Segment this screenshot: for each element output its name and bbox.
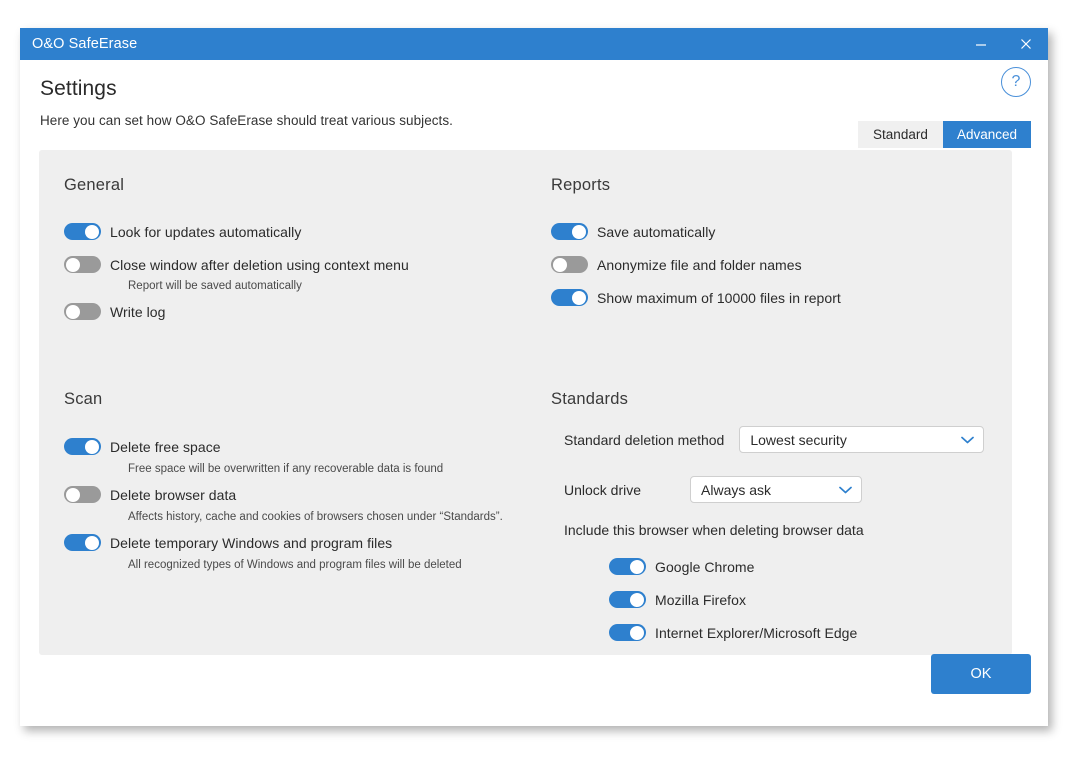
toggle-knob xyxy=(66,258,80,272)
ok-button[interactable]: OK xyxy=(931,654,1031,694)
setting-label: Look for updates automatically xyxy=(110,224,301,240)
toggle-internet-explorer-edge[interactable] xyxy=(609,624,646,641)
toggle-mozilla-firefox[interactable] xyxy=(609,591,646,608)
setting-browser-internet-explorer-edge[interactable]: Internet Explorer/Microsoft Edge xyxy=(609,624,857,641)
browser-include-note: Include this browser when deleting brows… xyxy=(564,522,864,538)
setting-save-automatically[interactable]: Save automatically xyxy=(551,223,715,240)
toggle-knob xyxy=(66,305,80,319)
page-header: Settings Here you can set how O&O SafeEr… xyxy=(20,60,1048,128)
toggle-look-for-updates[interactable] xyxy=(64,223,101,240)
tab-standard[interactable]: Standard xyxy=(858,121,943,148)
help-button[interactable]: ? xyxy=(1001,67,1031,97)
setting-look-for-updates[interactable]: Look for updates automatically xyxy=(64,223,301,240)
page-title: Settings xyxy=(40,60,1028,101)
toggle-show-maximum-files[interactable] xyxy=(551,289,588,306)
standards-section-title: Standards xyxy=(551,390,628,409)
setting-browser-google-chrome[interactable]: Google Chrome xyxy=(609,558,754,575)
toggle-google-chrome[interactable] xyxy=(609,558,646,575)
tab-standard-label: Standard xyxy=(873,127,928,142)
setting-anonymize-names[interactable]: Anonymize file and folder names xyxy=(551,256,802,273)
setting-hint-delete-temp-files: All recognized types of Windows and prog… xyxy=(128,559,462,571)
setting-label: Google Chrome xyxy=(655,559,754,575)
toggle-write-log[interactable] xyxy=(64,303,101,320)
unlock-drive-dropdown[interactable]: Always ask xyxy=(690,476,862,503)
settings-panel: General Look for updates automatically C… xyxy=(39,150,1012,655)
general-section-title: General xyxy=(64,176,124,195)
toggle-knob xyxy=(572,291,586,305)
setting-label: Show maximum of 10000 files in report xyxy=(597,290,841,306)
toggle-knob xyxy=(630,593,644,607)
toggle-knob xyxy=(66,488,80,502)
scan-section-title: Scan xyxy=(64,390,102,409)
settings-tabs: Standard Advanced xyxy=(858,121,1031,148)
app-window: O&O SafeErase Settings Here you can set … xyxy=(20,28,1048,726)
setting-delete-browser-data[interactable]: Delete browser data xyxy=(64,486,236,503)
toggle-anonymize-names[interactable] xyxy=(551,256,588,273)
setting-hint-delete-browser-data: Affects history, cache and cookies of br… xyxy=(128,511,503,523)
toggle-knob xyxy=(85,536,99,550)
setting-label: Close window after deletion using contex… xyxy=(110,257,409,273)
chevron-down-icon xyxy=(839,486,852,494)
unlock-drive-value: Always ask xyxy=(701,482,771,498)
setting-hint-delete-free-space: Free space will be overwritten if any re… xyxy=(128,463,443,475)
setting-label: Anonymize file and folder names xyxy=(597,257,802,273)
standard-deletion-method-value: Lowest security xyxy=(750,432,846,448)
toggle-knob xyxy=(85,440,99,454)
setting-label: Mozilla Firefox xyxy=(655,592,746,608)
setting-close-window-after-deletion[interactable]: Close window after deletion using contex… xyxy=(64,256,409,273)
question-mark-icon: ? xyxy=(1012,73,1021,91)
setting-label: Write log xyxy=(110,304,165,320)
toggle-save-automatically[interactable] xyxy=(551,223,588,240)
setting-delete-free-space[interactable]: Delete free space xyxy=(64,438,221,455)
toggle-delete-temp-files[interactable] xyxy=(64,534,101,551)
tab-advanced-label: Advanced xyxy=(957,127,1017,142)
chevron-down-icon xyxy=(961,436,974,444)
toggle-knob xyxy=(85,225,99,239)
setting-label: Delete free space xyxy=(110,439,221,455)
standard-deletion-method-label: Standard deletion method xyxy=(564,432,724,448)
title-bar: O&O SafeErase xyxy=(20,28,1048,60)
window-controls xyxy=(958,28,1048,60)
unlock-drive-label: Unlock drive xyxy=(564,482,641,498)
setting-write-log[interactable]: Write log xyxy=(64,303,165,320)
field-standard-deletion-method: Standard deletion method Lowest security xyxy=(564,426,984,453)
tab-advanced[interactable]: Advanced xyxy=(943,121,1031,148)
app-title: O&O SafeErase xyxy=(32,36,137,52)
reports-section-title: Reports xyxy=(551,176,610,195)
setting-hint-close-window: Report will be saved automatically xyxy=(128,280,302,292)
close-button[interactable] xyxy=(1003,28,1048,60)
minimize-button[interactable] xyxy=(958,28,1003,60)
setting-show-maximum-files[interactable]: Show maximum of 10000 files in report xyxy=(551,289,841,306)
toggle-knob xyxy=(630,560,644,574)
toggle-close-window-after-deletion[interactable] xyxy=(64,256,101,273)
toggle-knob xyxy=(553,258,567,272)
setting-delete-temp-files[interactable]: Delete temporary Windows and program fil… xyxy=(64,534,392,551)
standard-deletion-method-dropdown[interactable]: Lowest security xyxy=(739,426,984,453)
setting-label: Internet Explorer/Microsoft Edge xyxy=(655,625,857,641)
toggle-knob xyxy=(630,626,644,640)
toggle-knob xyxy=(572,225,586,239)
minimize-icon xyxy=(975,38,987,50)
setting-label: Save automatically xyxy=(597,224,715,240)
toggle-delete-browser-data[interactable] xyxy=(64,486,101,503)
toggle-delete-free-space[interactable] xyxy=(64,438,101,455)
setting-label: Delete temporary Windows and program fil… xyxy=(110,535,392,551)
dialog-footer: OK xyxy=(20,654,1048,726)
setting-label: Delete browser data xyxy=(110,487,236,503)
setting-browser-mozilla-firefox[interactable]: Mozilla Firefox xyxy=(609,591,746,608)
close-icon xyxy=(1020,38,1032,50)
field-unlock-drive: Unlock drive Always ask xyxy=(564,476,862,503)
